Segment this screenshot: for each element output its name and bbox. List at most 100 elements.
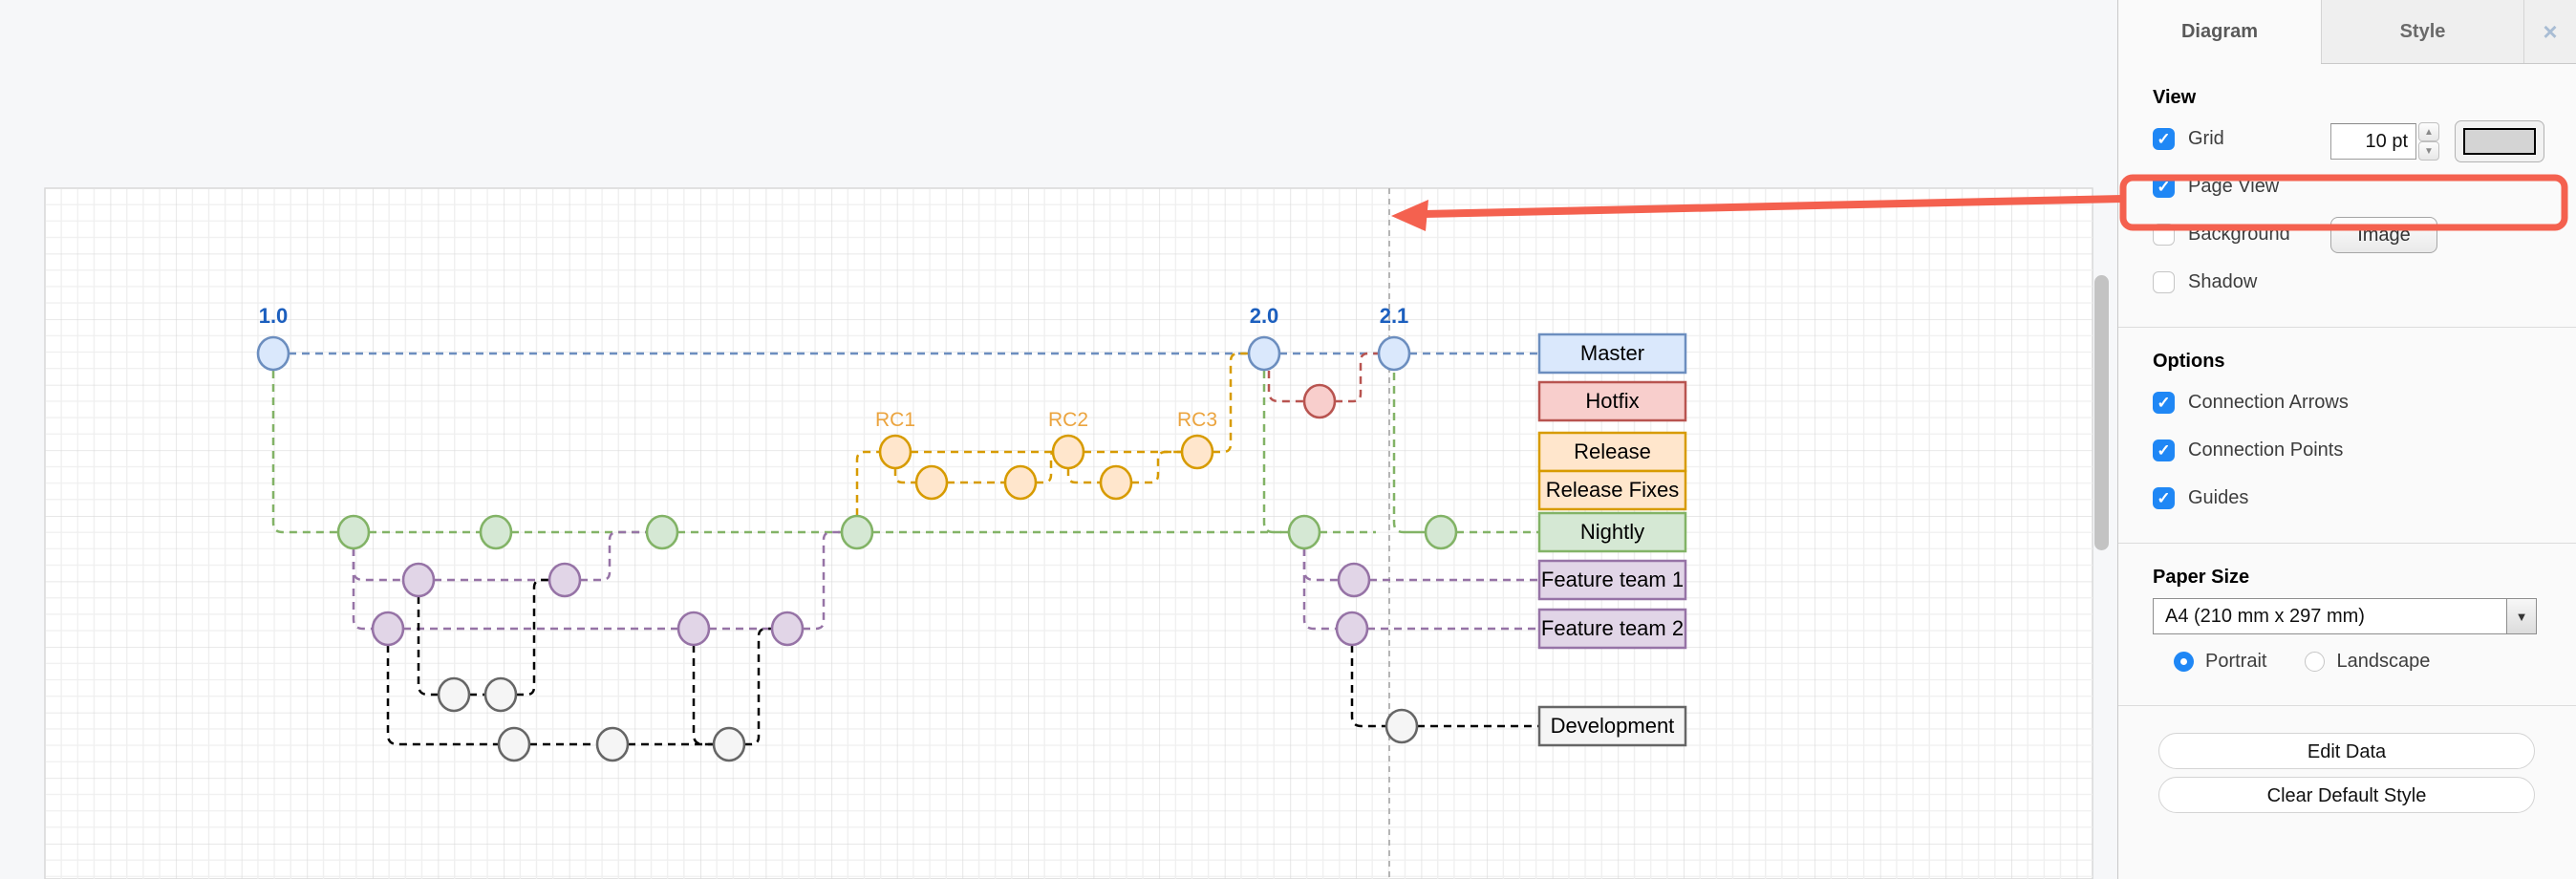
orientation-row: Portrait Landscape [2118,638,2576,684]
commit-node[interactable] [1101,466,1131,499]
commit-node[interactable] [647,516,677,548]
background-row: Background Image [2118,210,2576,258]
guides-label: Guides [2188,487,2248,509]
format-panel-tabs: Diagram Style × [2118,0,2576,64]
branch-label-text: Feature team 2 [1541,616,1684,640]
grid-color-button[interactable] [2455,120,2544,162]
rc-label: RC2 [1048,409,1088,431]
grid-label: Grid [2188,128,2224,150]
connection-points-checkbox[interactable] [2153,440,2175,461]
connection-arrows-checkbox[interactable] [2153,392,2175,414]
version-label: 1.0 [259,304,289,328]
connection-points-row: Connection Points [2118,426,2576,474]
version-label: 2.0 [1250,304,1279,328]
paper-size-heading: Paper Size [2153,567,2576,589]
format-panel: Diagram Style × View Grid 10 pt ▲ ▼ [2117,0,2576,879]
stepper-up-icon[interactable]: ▲ [2418,122,2439,141]
commit-node[interactable] [916,466,947,499]
commit-node[interactable] [439,678,469,711]
drawio-editor-window: 1.0 2.0 2.1 RC1 RC2 RC3 Master Hotfix Release Rel… [0,0,2576,879]
commit-node[interactable] [1426,516,1456,548]
branch-label-text: Release [1574,440,1651,463]
tab-style[interactable]: Style [2321,0,2523,63]
commit-node[interactable] [1386,710,1417,742]
commit-node[interactable] [549,564,580,596]
background-label: Background [2188,224,2290,246]
commit-node[interactable] [597,728,628,761]
divider [2118,327,2576,328]
paper-size-section: Paper Size A4 (210 mm x 297 mm) ▼ Portra… [2118,567,2576,684]
clear-default-style-button[interactable]: Clear Default Style [2158,777,2535,813]
select-dropdown-icon[interactable]: ▼ [2506,599,2536,633]
page-view-row: Page View [2118,162,2576,210]
connection-points-label: Connection Points [2188,440,2343,461]
commit-node[interactable] [678,612,709,645]
options-section: Options Connection Arrows Connection Poi… [2118,351,2576,522]
grid-color-swatch [2463,128,2536,155]
guides-checkbox[interactable] [2153,487,2175,509]
commit-node[interactable] [1249,337,1279,370]
commit-node[interactable] [1304,385,1335,418]
drawing-canvas[interactable]: 1.0 2.0 2.1 RC1 RC2 RC3 Master Hotfix Release Rel… [0,0,2117,879]
shadow-checkbox[interactable] [2153,271,2175,293]
portrait-radio[interactable] [2174,652,2194,672]
connection-arrows-row: Connection Arrows [2118,378,2576,426]
stepper-down-icon[interactable]: ▼ [2418,141,2439,161]
close-panel-icon[interactable]: × [2523,0,2576,63]
connection-arrows-label: Connection Arrows [2188,392,2349,414]
grid-size-stepper[interactable]: ▲ ▼ [2418,122,2439,161]
commit-node[interactable] [373,612,403,645]
grid-size-input[interactable]: 10 pt [2330,123,2416,160]
background-image-button[interactable]: Image [2330,217,2437,253]
commit-node[interactable] [880,436,911,468]
branch-label-text: Feature team 1 [1541,568,1684,591]
page-view-label: Page View [2188,176,2279,198]
background-checkbox[interactable] [2153,224,2175,246]
paper-size-value: A4 (210 mm x 297 mm) [2154,606,2506,628]
commit-node[interactable] [714,728,744,761]
commit-node[interactable] [485,678,516,711]
branch-label-text: Development [1551,714,1675,738]
rc-label: RC1 [875,409,915,431]
landscape-radio[interactable] [2305,652,2325,672]
rc-label: RC3 [1177,409,1217,431]
edit-data-button[interactable]: Edit Data [2158,733,2535,769]
commit-node[interactable] [403,564,434,596]
shadow-row: Shadow [2118,258,2576,306]
branch-label-text: Hotfix [1585,389,1639,413]
view-heading: View [2153,87,2576,109]
canvas-scrollbar-thumb[interactable] [2094,275,2109,550]
commit-node[interactable] [481,516,511,548]
version-label: 2.1 [1380,304,1409,328]
commit-node[interactable] [338,516,369,548]
commit-node[interactable] [1379,337,1409,370]
divider [2118,543,2576,544]
commit-node[interactable] [1005,466,1036,499]
commit-node[interactable] [1339,564,1369,596]
branch-label-text: Nightly [1580,520,1644,544]
gitflow-diagram: 1.0 2.0 2.1 RC1 RC2 RC3 Master Hotfix Release Rel… [0,0,2117,879]
divider [2118,705,2576,706]
commit-node[interactable] [1337,612,1367,645]
landscape-label: Landscape [2336,651,2430,673]
options-heading: Options [2153,351,2576,373]
portrait-label: Portrait [2205,651,2266,673]
commit-node[interactable] [499,728,529,761]
commit-node[interactable] [1182,436,1213,468]
guides-row: Guides [2118,474,2576,522]
branch-label-text: Master [1580,341,1644,365]
grid-checkbox[interactable] [2153,128,2175,150]
view-section: View Grid 10 pt ▲ ▼ Page View [2118,87,2576,306]
grid-row: Grid 10 pt ▲ ▼ [2118,115,2576,162]
shadow-label: Shadow [2188,271,2257,293]
actions-section: Edit Data Clear Default Style [2118,733,2576,813]
paper-size-select[interactable]: A4 (210 mm x 297 mm) ▼ [2153,598,2537,634]
page-view-checkbox[interactable] [2153,176,2175,198]
commit-node[interactable] [842,516,872,548]
commit-node[interactable] [772,612,803,645]
tab-diagram[interactable]: Diagram [2118,0,2321,64]
branch-label-text: Release Fixes [1546,478,1679,502]
commit-node[interactable] [1289,516,1320,548]
commit-node[interactable] [258,337,289,370]
commit-node[interactable] [1053,436,1084,468]
